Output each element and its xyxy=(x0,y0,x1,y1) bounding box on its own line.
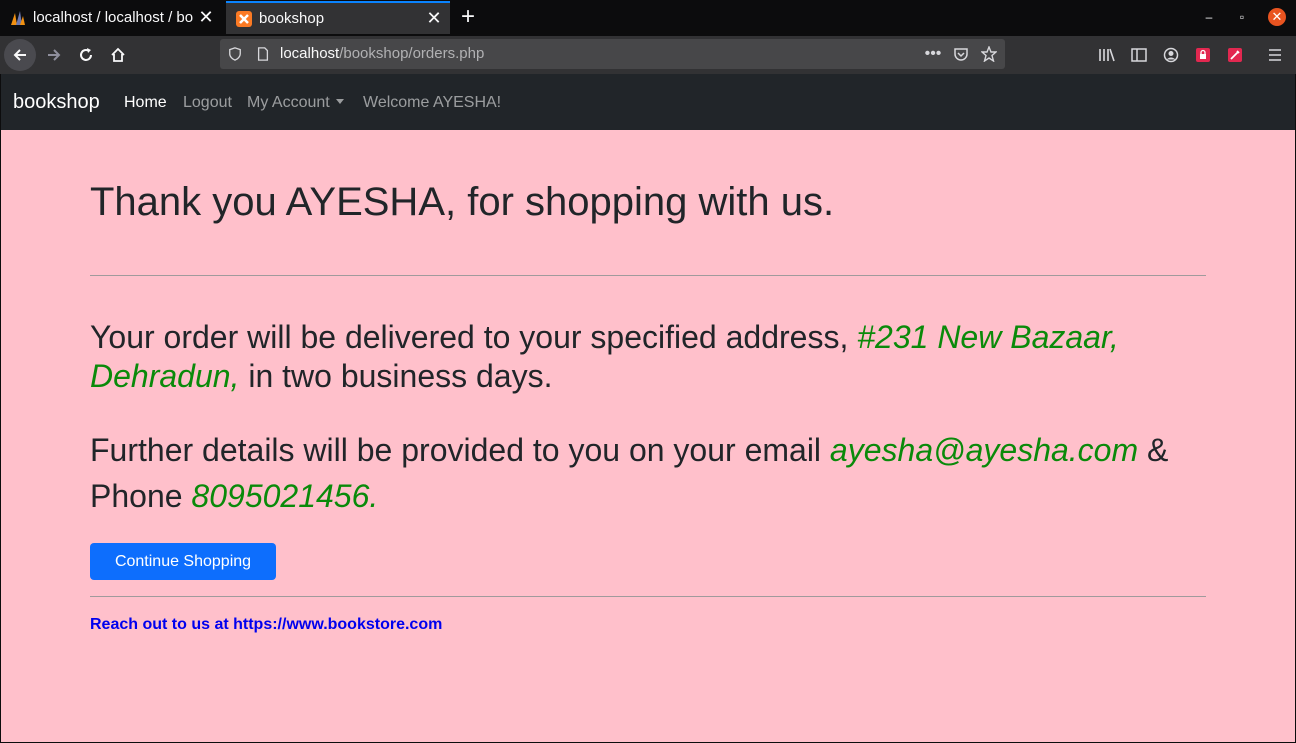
divider xyxy=(90,596,1206,597)
new-tab-icon[interactable]: + xyxy=(455,3,481,30)
url-path: /bookshop/orders.php xyxy=(339,45,485,62)
tracking-protection-icon[interactable] xyxy=(227,46,243,62)
nav-welcome-text: Welcome AYESHA! xyxy=(363,94,502,111)
bookmark-star-icon[interactable] xyxy=(981,46,997,62)
extension-tool-icon[interactable] xyxy=(1226,46,1244,64)
nav-my-account-dropdown[interactable]: My Account xyxy=(247,94,344,112)
reload-icon[interactable] xyxy=(70,39,102,71)
back-icon[interactable] xyxy=(4,39,36,71)
url-text: localhost/bookshop/orders.php xyxy=(280,45,484,62)
continue-shopping-button[interactable]: Continue Shopping xyxy=(90,543,276,580)
delivery-message: Your order will be delivered to your spe… xyxy=(90,318,1206,396)
account-icon[interactable] xyxy=(1162,46,1180,64)
library-icon[interactable] xyxy=(1098,46,1116,64)
tab-strip: localhost / localhost / bo ✕ bookshop ✕ … xyxy=(0,0,1296,36)
sidebar-icon[interactable] xyxy=(1130,46,1148,64)
pocket-icon[interactable] xyxy=(953,46,969,62)
xampp-icon xyxy=(236,10,252,27)
page-info-icon[interactable] xyxy=(255,46,271,62)
chevron-down-icon xyxy=(335,99,344,104)
tab-title: bookshop xyxy=(259,10,325,27)
forward-icon[interactable] xyxy=(38,39,70,71)
tab-bookshop[interactable]: bookshop ✕ xyxy=(226,1,450,34)
site-navbar: bookshop Home Logout My Account Welcome … xyxy=(1,74,1295,130)
nav-my-account-label: My Account xyxy=(247,94,330,111)
page-actions-icon[interactable]: ••• xyxy=(925,45,942,62)
nav-home-link[interactable]: Home xyxy=(124,94,167,112)
tab-title: localhost / localhost / bo xyxy=(33,9,194,26)
navigation-toolbar: localhost/bookshop/orders.php ••• xyxy=(0,36,1296,74)
home-icon[interactable] xyxy=(102,39,134,71)
contact-message: Further details will be provided to you … xyxy=(90,427,1206,519)
page-content: bookshop Home Logout My Account Welcome … xyxy=(1,74,1295,742)
minimize-icon[interactable]: – xyxy=(1200,8,1218,26)
extension-lock-icon[interactable] xyxy=(1194,46,1212,64)
restore-icon[interactable]: ▫ xyxy=(1233,8,1251,26)
close-tab-icon[interactable]: ✕ xyxy=(198,7,214,27)
page-title: Thank you AYESHA, for shopping with us. xyxy=(90,180,835,224)
site-brand[interactable]: bookshop xyxy=(13,91,100,114)
window-close-icon[interactable]: ✕ xyxy=(1268,8,1286,26)
close-tab-icon[interactable]: ✕ xyxy=(426,8,442,28)
divider xyxy=(90,275,1206,276)
contact-prefix: Further details will be provided to you … xyxy=(90,432,830,468)
phpmyadmin-icon xyxy=(11,10,25,25)
nav-logout-link[interactable]: Logout xyxy=(183,94,232,112)
tab-phpmyadmin[interactable]: localhost / localhost / bo ✕ xyxy=(0,1,222,34)
delivery-suffix: in two business days. xyxy=(239,358,553,394)
url-host: localhost xyxy=(280,45,340,62)
url-bar[interactable]: localhost/bookshop/orders.php ••• xyxy=(220,39,1005,69)
contact-email: ayesha@ayesha.com xyxy=(829,432,1139,468)
footer-contact-link[interactable]: Reach out to us at https://www.bookstore… xyxy=(90,616,442,634)
menu-icon[interactable] xyxy=(1266,46,1284,64)
delivery-prefix: Your order will be delivered to your spe… xyxy=(90,319,858,355)
contact-phone: 8095021456. xyxy=(191,478,379,514)
